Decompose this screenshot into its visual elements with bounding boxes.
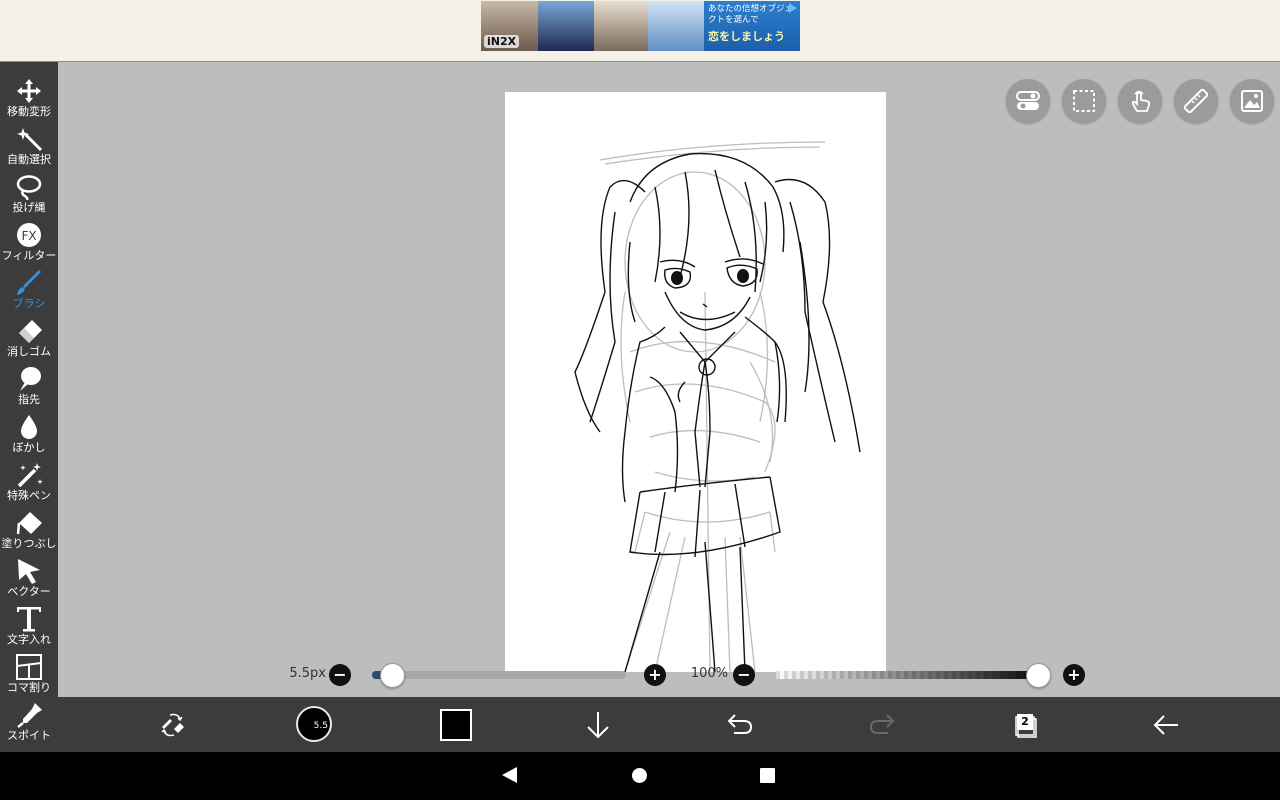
- magic-wand-icon: [17, 128, 43, 152]
- download-arrow-icon: [587, 712, 609, 739]
- tool-filter[interactable]: FX フィルター: [0, 216, 58, 264]
- tool-label: 特殊ペン: [7, 489, 51, 502]
- layer-count-badge: 2: [1017, 714, 1033, 730]
- tool-eyedropper[interactable]: スポイト: [0, 696, 58, 744]
- tool-label: スポイト: [7, 729, 51, 742]
- tool-label: ベクター: [7, 585, 51, 598]
- opacity-value: 100%: [690, 666, 728, 681]
- download-button[interactable]: [570, 697, 626, 752]
- layers-button[interactable]: 2: [996, 697, 1052, 752]
- frame-divider-icon: [16, 654, 42, 680]
- ad-image-2: [538, 1, 594, 51]
- color-button[interactable]: [428, 697, 484, 752]
- selection-button[interactable]: [1062, 79, 1106, 123]
- tool-smudge[interactable]: 指先: [0, 360, 58, 408]
- selection-icon: [1073, 90, 1095, 112]
- tool-label: 指先: [18, 393, 40, 406]
- color-swatch: [440, 709, 472, 741]
- opacity-plus-button[interactable]: +: [1063, 664, 1085, 686]
- brush-size-value: 5.5px: [289, 666, 326, 681]
- opacity-slider[interactable]: [776, 671, 1050, 679]
- brush-size-slider[interactable]: [372, 671, 626, 679]
- hand-gesture-button[interactable]: [1118, 79, 1162, 123]
- tool-eraser[interactable]: 消しゴム: [0, 312, 58, 360]
- toggle-settings-button[interactable]: [1006, 79, 1050, 123]
- tool-special-pen[interactable]: 特殊ペン: [0, 456, 58, 504]
- nav-home-icon[interactable]: [632, 768, 647, 783]
- back-arrow-icon: [1153, 715, 1178, 735]
- fx-icon: FX: [17, 223, 41, 247]
- sketch-drawing: [574, 141, 861, 672]
- brush-size-button[interactable]: 5.5: [286, 697, 342, 752]
- eyedropper-icon: [17, 703, 42, 728]
- undo-icon: [727, 714, 753, 734]
- hand-gesture-icon: [1131, 90, 1151, 112]
- toggle-settings-icon: [1016, 91, 1040, 110]
- tool-label: フィルター: [1, 249, 57, 262]
- image-icon: [1241, 90, 1263, 112]
- redo-button[interactable]: [854, 697, 910, 752]
- fill-bucket-icon: [16, 512, 42, 535]
- ad-banner[interactable]: iN2X あなたの信想オブジェクトを選んで 恋をしましょう: [481, 1, 800, 51]
- system-nav-bar: [0, 752, 1280, 800]
- move-icon: [17, 79, 41, 103]
- tool-label: 投げ縄: [12, 201, 46, 214]
- tool-label: ブラシ: [12, 297, 46, 310]
- ad-play-icon: [789, 3, 797, 13]
- image-button[interactable]: [1230, 79, 1274, 123]
- brush-size-minus-button[interactable]: −: [329, 664, 351, 686]
- tool-label: 消しゴム: [7, 345, 51, 358]
- opacity-slider-thumb[interactable]: [1026, 663, 1051, 688]
- tool-label: 文字入れ: [7, 633, 51, 646]
- tool-label: 自動選択: [7, 153, 51, 166]
- back-button[interactable]: [1138, 697, 1194, 752]
- brush-size-plus-button[interactable]: +: [644, 664, 666, 686]
- special-pen-icon: [17, 463, 43, 488]
- nav-back-icon[interactable]: [502, 767, 517, 783]
- tool-lasso[interactable]: 投げ縄: [0, 168, 58, 216]
- tool-move[interactable]: 移動変形: [0, 72, 58, 120]
- tool-brush[interactable]: ブラシ: [0, 264, 58, 312]
- tool-blur[interactable]: ぼかし: [0, 408, 58, 456]
- nav-recent-icon[interactable]: [760, 768, 775, 783]
- vector-arrow-icon: [18, 559, 40, 584]
- tool-label: コマ割り: [7, 681, 51, 694]
- ruler-button[interactable]: [1174, 79, 1218, 123]
- undo-button[interactable]: [712, 697, 768, 752]
- tool-fill[interactable]: 塗りつぶし: [0, 504, 58, 552]
- tool-label: ぼかし: [12, 441, 46, 454]
- ad-image-1: iN2X: [481, 1, 538, 51]
- ad-image-3: [594, 1, 648, 51]
- drawing-canvas[interactable]: [505, 92, 886, 672]
- tool-label: 移動変形: [7, 105, 51, 118]
- smudge-icon: [20, 367, 41, 391]
- brush-size-indicator-label: 5.5: [313, 721, 328, 731]
- opacity-minus-button[interactable]: −: [733, 664, 755, 686]
- blur-drop-icon: [21, 415, 37, 439]
- ad-bar: iN2X あなたの信想オブジェクトを選んで 恋をしましょう: [0, 0, 1280, 62]
- canvas-area[interactable]: [58, 62, 1280, 697]
- eraser-icon: [19, 320, 42, 343]
- ad-logo: iN2X: [484, 35, 520, 48]
- swap-tools-button[interactable]: [144, 697, 200, 752]
- tool-frame-divider[interactable]: コマ割り: [0, 648, 58, 696]
- bottom-toolbar: 5.5 2: [58, 697, 1280, 752]
- ad-text-panel: あなたの信想オブジェクトを選んで 恋をしましょう: [704, 1, 800, 51]
- redo-icon: [869, 714, 895, 734]
- text-icon: [17, 607, 41, 632]
- tool-sidebar: 移動変形 自動選択 投げ縄 FX フィルター ブラシ 消しゴム 指先 ぼかし 特…: [0, 62, 58, 752]
- ad-text-line2: 恋をしましょう: [708, 30, 785, 43]
- tool-label: 塗りつぶし: [1, 537, 57, 550]
- tool-text[interactable]: 文字入れ: [0, 600, 58, 648]
- swap-tools-icon: [161, 713, 184, 737]
- brush-icon: [17, 270, 41, 295]
- svg-text:FX: FX: [21, 229, 36, 243]
- ruler-icon: [1184, 89, 1208, 113]
- ad-image-4: [648, 1, 704, 51]
- ad-text-line1: あなたの信想オブジェクトを選んで: [708, 4, 794, 25]
- tool-vector[interactable]: ベクター: [0, 552, 58, 600]
- tool-auto-select[interactable]: 自動選択: [0, 120, 58, 168]
- lasso-icon: [16, 175, 42, 200]
